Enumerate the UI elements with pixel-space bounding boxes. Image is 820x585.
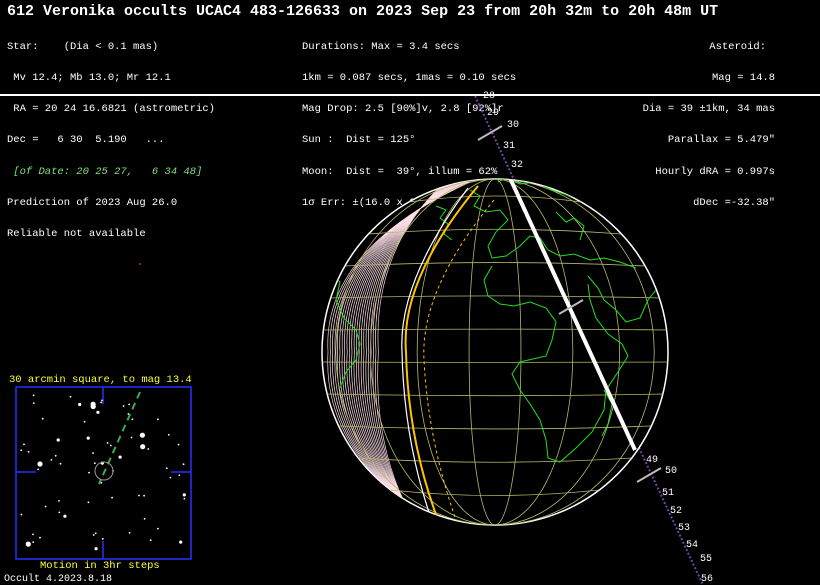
footer-version: Occult 4.2023.8.18 bbox=[4, 574, 113, 585]
star-point bbox=[165, 467, 168, 470]
star-point bbox=[92, 534, 95, 536]
star-point bbox=[109, 444, 112, 447]
star-point bbox=[147, 448, 150, 450]
earth-globe bbox=[321, 178, 669, 526]
star-point bbox=[94, 532, 97, 535]
star-point bbox=[78, 402, 82, 407]
star-point bbox=[138, 494, 140, 497]
star-point bbox=[90, 401, 96, 407]
star-point bbox=[182, 463, 185, 466]
star-point bbox=[169, 476, 172, 479]
marker-dot bbox=[139, 263, 141, 265]
time-label-partial: 28 bbox=[483, 91, 495, 102]
star-point bbox=[63, 514, 67, 518]
star-point bbox=[101, 399, 103, 402]
time-label: 30 bbox=[507, 120, 519, 131]
time-label: 51 bbox=[662, 488, 674, 499]
time-label: 31 bbox=[503, 141, 515, 152]
star-point bbox=[183, 497, 186, 500]
time-label: 52 bbox=[670, 506, 682, 517]
star-point bbox=[25, 541, 31, 547]
star-point bbox=[140, 444, 146, 450]
star-point bbox=[149, 539, 152, 542]
time-label: 50 bbox=[665, 466, 677, 477]
time-label: 56 bbox=[701, 574, 713, 585]
star-point bbox=[37, 468, 39, 471]
star-point bbox=[83, 420, 86, 423]
star-point bbox=[50, 459, 53, 461]
time-label: 49 bbox=[646, 455, 658, 466]
star-point bbox=[92, 452, 94, 454]
star-point bbox=[58, 500, 60, 502]
time-label: 54 bbox=[686, 540, 698, 551]
star-point bbox=[167, 433, 170, 436]
star-point bbox=[143, 517, 146, 520]
star-point bbox=[111, 496, 113, 499]
star-point bbox=[94, 547, 98, 551]
star-point bbox=[56, 438, 60, 442]
star-point bbox=[20, 449, 23, 452]
star-point bbox=[131, 418, 134, 421]
occultation-map: 28 29 30 31 32 49 50 51 52 53 54 55 56 bbox=[15, 91, 713, 585]
star-point bbox=[93, 462, 96, 465]
star-point bbox=[118, 455, 122, 459]
time-label: 29 bbox=[487, 108, 499, 119]
star-chart-caption: 30 arcmin square, to mag 13.4 bbox=[9, 374, 192, 386]
star-point bbox=[27, 450, 30, 453]
star-point bbox=[128, 532, 131, 534]
star-point bbox=[39, 536, 41, 539]
star-point bbox=[69, 395, 72, 398]
star-point bbox=[54, 454, 57, 457]
star-point bbox=[179, 540, 183, 544]
star-point bbox=[100, 401, 102, 404]
star-point bbox=[41, 417, 44, 420]
star-point bbox=[106, 442, 109, 444]
star-point bbox=[96, 410, 100, 414]
star-point bbox=[101, 537, 104, 540]
star-point bbox=[143, 494, 146, 497]
star-point bbox=[157, 418, 159, 421]
star-point bbox=[182, 493, 186, 497]
star-point bbox=[88, 471, 90, 474]
asteroid-motion-track bbox=[98, 391, 141, 485]
star-point bbox=[32, 402, 35, 404]
time-label: 53 bbox=[678, 523, 690, 534]
star-point bbox=[44, 505, 47, 508]
star-point bbox=[177, 443, 180, 446]
motion-caption: Motion in 3hr steps bbox=[40, 560, 160, 572]
star-point bbox=[59, 462, 62, 465]
star-point bbox=[178, 474, 181, 477]
time-label: 32 bbox=[511, 160, 523, 171]
star-point bbox=[130, 436, 133, 439]
star-point bbox=[122, 405, 125, 407]
star-point bbox=[87, 501, 90, 504]
star-point bbox=[32, 533, 34, 536]
star-point bbox=[58, 511, 61, 514]
star-chart bbox=[15, 386, 192, 560]
star-point bbox=[157, 527, 159, 530]
star-point bbox=[139, 432, 145, 438]
star-point bbox=[32, 541, 35, 543]
star-point bbox=[23, 443, 25, 446]
star-point bbox=[37, 461, 43, 467]
star-point bbox=[86, 436, 90, 440]
star-point bbox=[20, 513, 23, 516]
star-point bbox=[32, 394, 35, 397]
star-point bbox=[128, 403, 131, 406]
time-label: 55 bbox=[700, 554, 712, 565]
